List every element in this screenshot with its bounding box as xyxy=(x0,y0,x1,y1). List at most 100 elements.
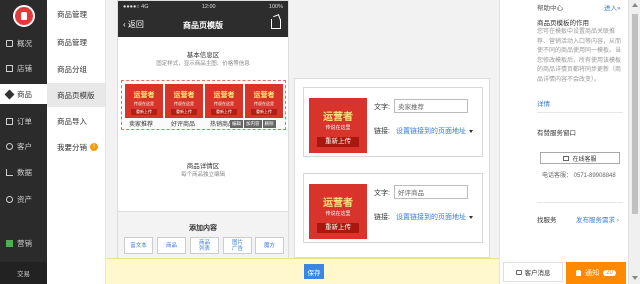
thumb-title: 运营者 xyxy=(323,198,353,209)
bottom-action-bar: 保存 xyxy=(106,258,499,284)
scroll-down-icon[interactable] xyxy=(632,276,638,280)
warning-badge: ! xyxy=(90,143,98,151)
product-btn: 重新上传 xyxy=(211,109,237,115)
nav-item-shop[interactable]: 店铺 xyxy=(0,58,47,78)
online-support-label: 在线客服 xyxy=(572,156,597,163)
shop-icon xyxy=(6,64,13,72)
add-goods-button[interactable]: 商品 xyxy=(157,237,186,254)
nav-bottom-trade[interactable]: 交易 xyxy=(0,262,47,284)
module-edit-bar: 编辑 加内容 删除 xyxy=(230,120,276,128)
support-title: 有赞服务窗口 xyxy=(537,130,576,137)
product-title: 运营者 xyxy=(133,92,155,99)
product-sub: 传说在这里 xyxy=(214,101,234,106)
product-title: 运营者 xyxy=(173,92,195,99)
detail-area-subtitle: 每个商品独立编辑 xyxy=(180,172,225,178)
product-thumb[interactable]: 运营者传说在这里重新上传 xyxy=(165,84,203,118)
reupload-button[interactable]: 重新上传 xyxy=(317,137,359,147)
product-strip[interactable]: 运营者 传说在这里 重新上传 运营者 传说在这里 重新上传 运营者 传说在这里 重新上传 运… xyxy=(121,80,286,130)
text-input[interactable] xyxy=(394,185,468,199)
detail-area-title: 商品详情区 xyxy=(186,163,220,170)
chat-icon xyxy=(563,155,570,161)
editor-card: 运营者传说在这里重新上传 文字: 链接: 设置链接到的页面地址 xyxy=(303,87,483,157)
save-button[interactable]: 保存 xyxy=(304,264,324,279)
nav-item-goods[interactable]: 商品 xyxy=(0,84,47,104)
phone-page-title: 商品页模版 xyxy=(183,20,223,30)
nav-item-customer[interactable]: 客户 xyxy=(0,136,47,156)
message-icon xyxy=(515,269,522,275)
sub-nav: 商品管理 商品管理 商品分组 商品页模版 商品导入 我要分销! xyxy=(47,0,106,284)
customer-message-label: 客户消息 xyxy=(524,270,551,277)
card-thumbnail[interactable]: 运营者 传说在这里 重新上传 xyxy=(309,184,367,239)
product-btn: 重新上传 xyxy=(171,109,197,115)
nav-item-overview[interactable]: 概况 xyxy=(0,33,47,53)
divider xyxy=(537,112,623,113)
logo[interactable] xyxy=(13,5,35,27)
basic-area-title: 基本信息区 xyxy=(186,52,220,59)
subnav-item-page-template[interactable]: 商品页模版 xyxy=(47,83,105,107)
online-support-button[interactable]: 在线客服 xyxy=(540,152,620,164)
nav-item-marketing[interactable]: 营销 xyxy=(0,233,47,253)
link-label: 链接: xyxy=(374,214,390,221)
help-title: 帮助中心 xyxy=(537,5,563,12)
help-detail-link[interactable]: 详情 xyxy=(537,98,550,108)
product-thumb[interactable]: 运营者 传说在这里 重新上传 xyxy=(205,84,243,118)
carrier-signal: ●●●●○ 4G xyxy=(123,4,149,10)
text-label: 文字: xyxy=(374,190,390,197)
notice-count-badge: 20 xyxy=(603,270,616,276)
phone-status-bar: ●●●●○ 4G 12:00 100% xyxy=(118,1,288,13)
subnav-item-distribution-label: 我要分销 xyxy=(57,142,87,152)
subnav-item-distribution[interactable]: 我要分销! xyxy=(47,135,105,159)
link-label: 链接: xyxy=(374,128,390,135)
editor-panel: 运营者传说在这里重新上传 文字: 链接: 设置链接到的页面地址 运营者传说在这里… xyxy=(294,78,490,258)
service-request-link[interactable]: 发布服务需求 › xyxy=(576,214,619,224)
customer-message-button[interactable]: 客户消息 xyxy=(503,262,563,282)
delete-action[interactable]: 删除 xyxy=(262,120,276,128)
phone-title-bar: ‹ 返回 商品页模版 xyxy=(118,13,288,37)
thumb-title: 运营者 xyxy=(323,112,353,123)
page-scrollbar[interactable] xyxy=(628,0,640,284)
nav-item-order[interactable]: 订单 xyxy=(0,111,47,131)
bell-icon xyxy=(576,270,582,276)
product-title: 运营者 xyxy=(253,92,275,99)
editor-card: 运营者传说在这里重新上传 文字: 链接: 设置链接到的页面地址 xyxy=(303,173,483,243)
reupload-button[interactable]: 重新上传 xyxy=(317,223,359,233)
add-goods-list-button[interactable]: 商品 列表 xyxy=(190,237,219,254)
product-thumb[interactable]: 运营者 传说在这里 重新上传 xyxy=(245,84,283,118)
product-label: 卖家推荐 xyxy=(129,122,154,128)
add-image-ad-button[interactable]: 图片 广告 xyxy=(223,237,252,254)
basic-area-subtitle: 固定样式，显示商品主图、价格等信息 xyxy=(156,61,250,67)
add-content-action[interactable]: 加内容 xyxy=(244,120,262,128)
edit-action[interactable]: 编辑 xyxy=(230,120,243,128)
chevron-down-icon xyxy=(469,129,473,133)
product-thumb[interactable]: 运营者 传说在这里 重新上传 xyxy=(125,84,163,118)
add-content-title: 添加内容 xyxy=(189,225,217,232)
chevron-down-icon xyxy=(469,215,473,219)
service-title: 找服务 xyxy=(537,217,557,224)
back-button[interactable]: ‹ 返回 xyxy=(123,19,144,30)
subnav-item-goods-manage[interactable]: 商品管理 xyxy=(47,30,105,54)
product-sub: 传说在这里 xyxy=(174,101,194,106)
help-panel: 帮助中心 进入» 商品页模板的作用 您可在模板中设置商品关联推荐、营销活动入口等… xyxy=(499,0,628,284)
subnav-item-goods-group[interactable]: 商品分组 xyxy=(47,57,105,81)
link-setter[interactable]: 设置链接到的页面地址 xyxy=(396,212,473,222)
notice-button[interactable]: 通知 20 xyxy=(566,262,626,284)
link-setter-label: 设置链接到的页面地址 xyxy=(396,214,466,221)
scroll-up-icon[interactable] xyxy=(632,3,638,7)
link-setter-label: 设置链接到的页面地址 xyxy=(396,128,466,135)
add-richtext-button[interactable]: 富文本 xyxy=(124,237,153,254)
subnav-item-import[interactable]: 商品导入 xyxy=(47,109,105,133)
customer-icon xyxy=(6,142,13,150)
asset-icon xyxy=(6,195,13,203)
link-setter[interactable]: 设置链接到的页面地址 xyxy=(396,126,473,136)
subnav-header: 商品管理 xyxy=(57,9,87,19)
scroll-thumb[interactable] xyxy=(632,14,638,214)
share-icon[interactable] xyxy=(271,19,281,29)
nav-item-asset[interactable]: 资产 xyxy=(0,189,47,209)
card-thumbnail[interactable]: 运营者 传说在这里 重新上传 xyxy=(309,98,367,153)
help-enter-link[interactable]: 进入» xyxy=(604,2,621,12)
nav-item-data[interactable]: 数据 xyxy=(0,162,47,182)
text-input[interactable] xyxy=(394,99,468,113)
add-cube-button[interactable]: 魔方 xyxy=(255,237,284,254)
divider xyxy=(537,202,623,203)
main-nav: 概况 店铺 商品 订单 客户 数据 资产 营销 交易 xyxy=(0,0,47,284)
